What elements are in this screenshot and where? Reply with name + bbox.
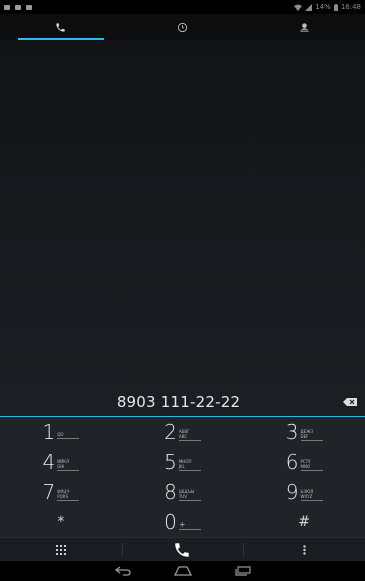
key-3[interactable]: 3 ДЕЖЗ DEF	[243, 417, 365, 447]
key-digit: 7	[42, 480, 56, 504]
key-letters: ЬЭЮЯ WXYZ	[300, 489, 323, 501]
message-icon	[26, 4, 32, 10]
battery-level: 14%	[315, 3, 331, 11]
signal-icon	[305, 3, 313, 11]
key-digit: 5	[164, 450, 177, 474]
key-symbol: *	[57, 514, 65, 530]
key-4[interactable]: 4 ИЙКЛ GHI	[0, 447, 122, 477]
key-7[interactable]: 7 ФХЦЧ PQRS	[0, 477, 122, 507]
usb-icon	[4, 4, 10, 10]
key-digit: 0	[164, 510, 177, 534]
tab-phone[interactable]	[0, 14, 122, 40]
key-5[interactable]: 5 МНОП JKL	[122, 447, 244, 477]
home-button[interactable]	[172, 564, 194, 578]
key-star[interactable]: *	[0, 507, 122, 537]
battery-icon	[333, 3, 338, 11]
key-6[interactable]: 6 РСТУ MNO	[243, 447, 365, 477]
key-letters-latin: PQRS	[57, 494, 69, 499]
home-icon	[173, 566, 192, 576]
key-digit: 2	[164, 420, 177, 444]
key-letters-latin: GHI	[57, 464, 65, 469]
key-digit: 4	[42, 450, 56, 474]
key-letters-latin: JKL	[178, 464, 185, 469]
recent-calls-icon	[177, 22, 188, 32]
key-letters: ФХЦЧ PQRS	[57, 489, 80, 501]
overflow-menu-icon	[302, 544, 306, 555]
back-button[interactable]	[112, 564, 134, 578]
key-digit: 3	[285, 420, 299, 444]
key-letters: ИЙКЛ GHI	[57, 459, 80, 471]
notification-icons	[4, 4, 32, 10]
hide-dialpad-button[interactable]	[0, 538, 122, 561]
key-letters-latin: DEF	[300, 434, 309, 439]
key-9[interactable]: 9 ЬЭЮЯ WXYZ	[243, 477, 365, 507]
key-symbol: #	[298, 514, 311, 530]
backspace-icon	[343, 398, 357, 406]
dialpad: 1 QO 2 АБВГ ABC 3 ДЕЖЗ DEF 4 ИЙКЛ GHI 5 …	[0, 417, 365, 537]
key-letters-latin: WXYZ	[300, 494, 313, 499]
key-letters: ШЩЪЫ TUV	[178, 489, 201, 501]
key-plus: +	[178, 520, 201, 530]
key-1[interactable]: 1 QO	[0, 417, 122, 447]
status-right: 14% 16:48	[294, 3, 361, 11]
system-nav-bar	[0, 561, 365, 581]
dialer-action-bar	[0, 537, 365, 561]
call-icon	[175, 542, 190, 557]
dial-input-row: 8903 111-22-22	[0, 387, 365, 417]
recent-apps-icon	[234, 566, 251, 576]
key-letters-latin: TUV	[178, 494, 187, 499]
wifi-icon	[294, 4, 303, 11]
key-digit: 9	[285, 480, 299, 504]
key-letters-latin: MNO	[300, 464, 311, 469]
key-2[interactable]: 2 АБВГ ABC	[122, 417, 244, 447]
clock: 16:48	[340, 3, 361, 11]
tab-bar	[0, 14, 365, 40]
key-letters-latin: ABC	[178, 434, 188, 439]
key-8[interactable]: 8 ШЩЪЫ TUV	[122, 477, 244, 507]
key-hash[interactable]: #	[243, 507, 365, 537]
key-0[interactable]: 0 +	[122, 507, 244, 537]
call-button[interactable]	[121, 538, 244, 561]
key-letters: МНОП JKL	[178, 459, 201, 471]
contacts-icon	[300, 22, 309, 32]
recents-button[interactable]	[232, 564, 254, 578]
call-log-area	[0, 40, 365, 387]
key-digit: 1	[42, 420, 56, 444]
phone-icon	[56, 22, 65, 32]
key-letters: АБВГ ABC	[178, 429, 201, 441]
key-letters: ДЕЖЗ DEF	[300, 429, 323, 441]
voicemail-label: QO	[57, 431, 64, 437]
tab-recent[interactable]	[122, 14, 244, 40]
dialed-number[interactable]: 8903 111-22-22	[0, 393, 335, 411]
key-letters: QO	[57, 431, 80, 439]
status-bar: 14% 16:48	[0, 0, 365, 14]
key-digit: 6	[285, 450, 299, 474]
back-icon	[114, 566, 131, 576]
key-letters: РСТУ MNO	[300, 459, 323, 471]
overflow-menu-button[interactable]	[243, 538, 365, 561]
key-digit: 8	[164, 480, 177, 504]
notification-icon	[15, 4, 21, 10]
tab-contacts[interactable]	[243, 14, 365, 40]
backspace-button[interactable]	[335, 387, 365, 417]
dialpad-icon	[55, 544, 66, 555]
